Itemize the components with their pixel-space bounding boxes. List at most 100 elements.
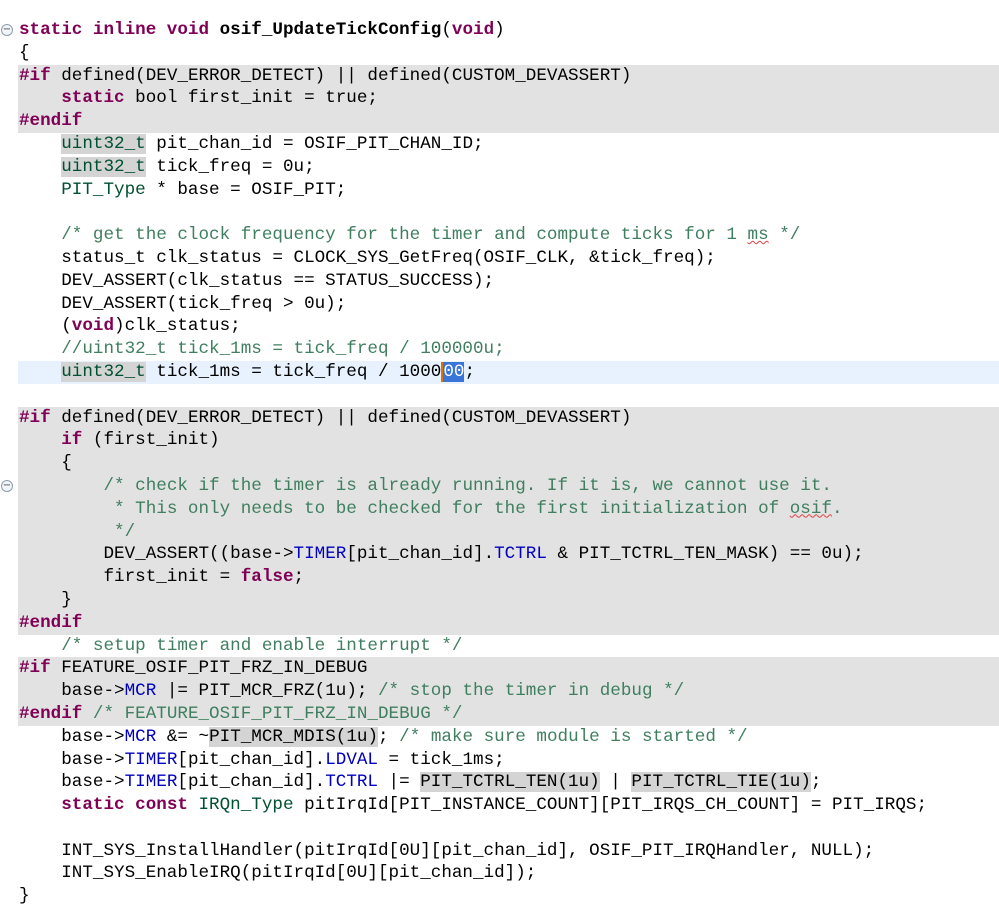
code-token: static inline void [19, 20, 209, 40]
code-token: base-> [19, 772, 125, 792]
code-line[interactable]: /* setup timer and enable interrupt */ [0, 635, 999, 658]
code-token: status_t clk_status = CLOCK_SYS_GetFreq(… [19, 248, 716, 268]
code-line[interactable]: /* get the clock frequency for the timer… [0, 224, 999, 247]
code-line[interactable]: status_t clk_status = CLOCK_SYS_GetFreq(… [0, 247, 999, 270]
code-line[interactable]: static inline void osif_UpdateTickConfig… [0, 19, 999, 42]
code-token [19, 522, 103, 542]
code-line[interactable]: static const IRQn_Type pitIrqId[PIT_INST… [0, 794, 999, 817]
code-token: FEATURE_OSIF_PIT_FRZ_IN_DEBUG [51, 658, 368, 678]
code-token: } [19, 590, 72, 610]
code-token: PIT_Type [61, 180, 145, 200]
code-token [19, 180, 61, 200]
code-line[interactable]: DEV_ASSERT((base->TIMER[pit_chan_id].TCT… [18, 543, 999, 566]
code-line[interactable]: #endif [18, 612, 999, 635]
code-line[interactable]: first_init = false; [18, 566, 999, 589]
code-token [19, 362, 61, 382]
code-line[interactable]: base->MCR &= ~PIT_MCR_MDIS(1u); /* make … [0, 726, 999, 749]
code-line[interactable] [0, 817, 999, 840]
code-token: ( [19, 316, 72, 336]
code-line[interactable]: if (first_init) [18, 429, 999, 452]
code-token: TCTRL [325, 772, 378, 792]
code-token [19, 499, 103, 519]
code-token: ) [494, 20, 505, 40]
code-token: [pit_chan_id]. [177, 750, 325, 770]
code-line[interactable]: */ [18, 521, 999, 544]
code-token: PIT_MCR_MDIS(1u) [209, 727, 378, 747]
code-line[interactable]: (void)clk_status; [0, 315, 999, 338]
code-token: bool first_init = true; [125, 88, 378, 108]
code-token: static [61, 88, 124, 108]
code-editor[interactable]: static inline void osif_UpdateTickConfig… [0, 19, 999, 908]
code-token: DEV_ASSERT(tick_freq > 0u); [19, 294, 346, 314]
code-token: ; [811, 772, 822, 792]
code-line[interactable]: base->TIMER[pit_chan_id].TCTRL |= PIT_TC… [0, 771, 999, 794]
code-line[interactable]: //uint32_t tick_1ms = tick_freq / 100000… [0, 338, 999, 361]
code-token: first_init = [19, 567, 241, 587]
code-line[interactable]: PIT_Type * base = OSIF_PIT; [0, 179, 999, 202]
code-comment: */ [103, 522, 135, 542]
code-token: ; [294, 567, 305, 587]
code-token: TIMER [125, 750, 178, 770]
code-token: ; [378, 727, 399, 747]
code-line[interactable]: #endif /* FEATURE_OSIF_PIT_FRZ_IN_DEBUG … [18, 703, 999, 726]
code-token: uint32_t [61, 157, 145, 177]
code-line[interactable]: #if defined(DEV_ERROR_DETECT) || defined… [18, 407, 999, 430]
code-line[interactable]: base->TIMER[pit_chan_id].LDVAL = tick_1m… [0, 749, 999, 772]
code-line[interactable]: uint32_t tick_1ms = tick_freq / 100000; [18, 361, 999, 384]
code-token [19, 795, 61, 815]
code-token: static const [61, 795, 188, 815]
code-token: TIMER [294, 544, 347, 564]
code-token: |= [378, 772, 420, 792]
fold-collapse-icon[interactable]: − [1, 480, 13, 492]
code-token: } [19, 886, 30, 906]
code-line[interactable]: uint32_t tick_freq = 0u; [0, 156, 999, 179]
code-token: PIT_TCTRL_TIE(1u) [631, 772, 811, 792]
code-token [19, 157, 61, 177]
code-line[interactable] [0, 384, 999, 407]
code-token: osif_UpdateTickConfig [209, 20, 441, 40]
code-comment: /* check if the timer is already running… [103, 476, 832, 496]
code-comment: /* get the clock frequency for the timer… [61, 225, 747, 245]
code-line[interactable]: { [0, 42, 999, 65]
code-line[interactable]: { [18, 452, 999, 475]
code-line[interactable]: INT_SYS_InstallHandler(pitIrqId[0U][pit_… [0, 840, 999, 863]
code-comment: /* FEATURE_OSIF_PIT_FRZ_IN_DEBUG */ [93, 704, 463, 724]
code-line[interactable]: #if defined(DEV_ERROR_DETECT) || defined… [18, 65, 999, 88]
code-token [19, 636, 61, 656]
code-token: INT_SYS_InstallHandler(pitIrqId[0U][pit_… [19, 841, 874, 861]
code-line[interactable]: DEV_ASSERT(tick_freq > 0u); [0, 293, 999, 316]
code-token: { [19, 43, 30, 63]
code-line[interactable]: } [18, 589, 999, 612]
code-token: &= ~ [156, 727, 209, 747]
code-line[interactable]: #if FEATURE_OSIF_PIT_FRZ_IN_DEBUG [18, 657, 999, 680]
code-line[interactable]: INT_SYS_EnableIRQ(pitIrqId[0U][pit_chan_… [0, 862, 999, 885]
fold-collapse-icon[interactable]: − [1, 24, 13, 36]
code-comment: /* setup timer and enable interrupt */ [61, 636, 462, 656]
code-line[interactable]: /* check if the timer is already running… [18, 475, 999, 498]
code-line[interactable]: static bool first_init = true; [18, 87, 999, 110]
code-line[interactable]: uint32_t pit_chan_id = OSIF_PIT_CHAN_ID; [0, 133, 999, 156]
code-token: false [241, 567, 294, 587]
code-token: TCTRL [494, 544, 547, 564]
code-line[interactable]: } [0, 885, 999, 908]
code-token: [pit_chan_id]. [177, 772, 325, 792]
code-token: INT_SYS_EnableIRQ(pitIrqId[0U][pit_chan_… [19, 863, 536, 883]
code-token: #if [19, 66, 51, 86]
code-token: { [19, 453, 72, 473]
code-token: if [61, 430, 82, 450]
code-token: DEV_ASSERT((base-> [19, 544, 294, 564]
code-line[interactable] [0, 201, 999, 224]
code-line[interactable]: #endif [18, 110, 999, 133]
code-token: #if [19, 658, 51, 678]
code-token: #endif [19, 613, 82, 633]
code-token: ; [464, 362, 475, 382]
code-line[interactable]: * This only needs to be checked for the … [18, 498, 999, 521]
code-comment: . [832, 499, 843, 519]
code-token: void [72, 316, 114, 336]
selected-text: 00 [441, 362, 464, 382]
code-line[interactable]: base->MCR |= PIT_MCR_FRZ(1u); /* stop th… [18, 680, 999, 703]
code-token: #if [19, 408, 51, 428]
code-line[interactable]: DEV_ASSERT(clk_status == STATUS_SUCCESS)… [0, 270, 999, 293]
code-token: LDVAL [325, 750, 378, 770]
code-token: | [600, 772, 632, 792]
